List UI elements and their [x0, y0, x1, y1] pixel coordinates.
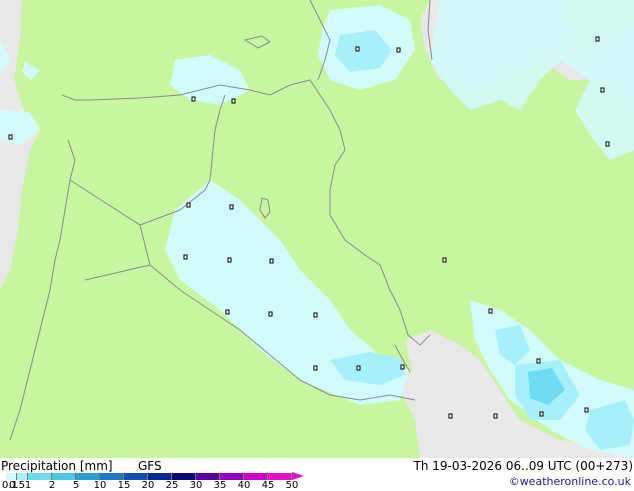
- colorbar-segment: [100, 473, 124, 480]
- model-name: GFS: [138, 459, 162, 473]
- colorbar-segment: [52, 473, 76, 480]
- colorbar-segment: [148, 473, 172, 480]
- city-marker: [536, 358, 541, 364]
- city-marker: [356, 365, 361, 371]
- city-marker: [493, 413, 498, 419]
- city-marker: [396, 47, 401, 53]
- valid-time: Th 19-03-2026 06..09 UTC (00+273): [413, 459, 633, 473]
- city-marker: [605, 141, 610, 147]
- colorbar-arrow: [292, 472, 304, 480]
- city-marker: [269, 258, 274, 264]
- city-marker: [442, 257, 447, 263]
- city-marker: [600, 87, 605, 93]
- city-marker: [227, 257, 232, 263]
- city-marker: [191, 96, 196, 102]
- colorbar-segment: [268, 473, 292, 480]
- city-marker: [231, 98, 236, 104]
- city-marker: [268, 311, 273, 317]
- city-marker: [488, 308, 493, 314]
- precipitation-colorbar: [6, 472, 304, 480]
- colorbar-segment: [6, 473, 17, 480]
- colorbar-segment: [172, 473, 196, 480]
- city-marker: [584, 407, 589, 413]
- colorbar-segment: [220, 473, 244, 480]
- credit-link[interactable]: ©weatheronline.co.uk: [509, 475, 631, 489]
- precipitation-map: [0, 0, 634, 458]
- colorbar-segment: [76, 473, 100, 480]
- city-marker: [400, 364, 405, 370]
- city-marker: [225, 309, 230, 315]
- city-marker: [186, 202, 191, 208]
- city-marker: [8, 134, 13, 140]
- city-marker: [183, 254, 188, 260]
- colorbar-segment: [244, 473, 268, 480]
- city-marker: [229, 204, 234, 210]
- city-marker: [313, 365, 318, 371]
- colorbar-segment: [124, 473, 148, 480]
- legend-bar: Precipitation [mm] GFS Th 19-03-2026 06.…: [0, 458, 634, 491]
- city-marker: [355, 46, 360, 52]
- colorbar-segment: [17, 473, 28, 480]
- city-marker: [539, 411, 544, 417]
- city-marker: [595, 36, 600, 42]
- colorbar-segment: [28, 473, 52, 480]
- city-marker: [448, 413, 453, 419]
- legend-title: Precipitation [mm]: [1, 459, 113, 473]
- city-marker: [313, 312, 318, 318]
- colorbar-segment: [196, 473, 220, 480]
